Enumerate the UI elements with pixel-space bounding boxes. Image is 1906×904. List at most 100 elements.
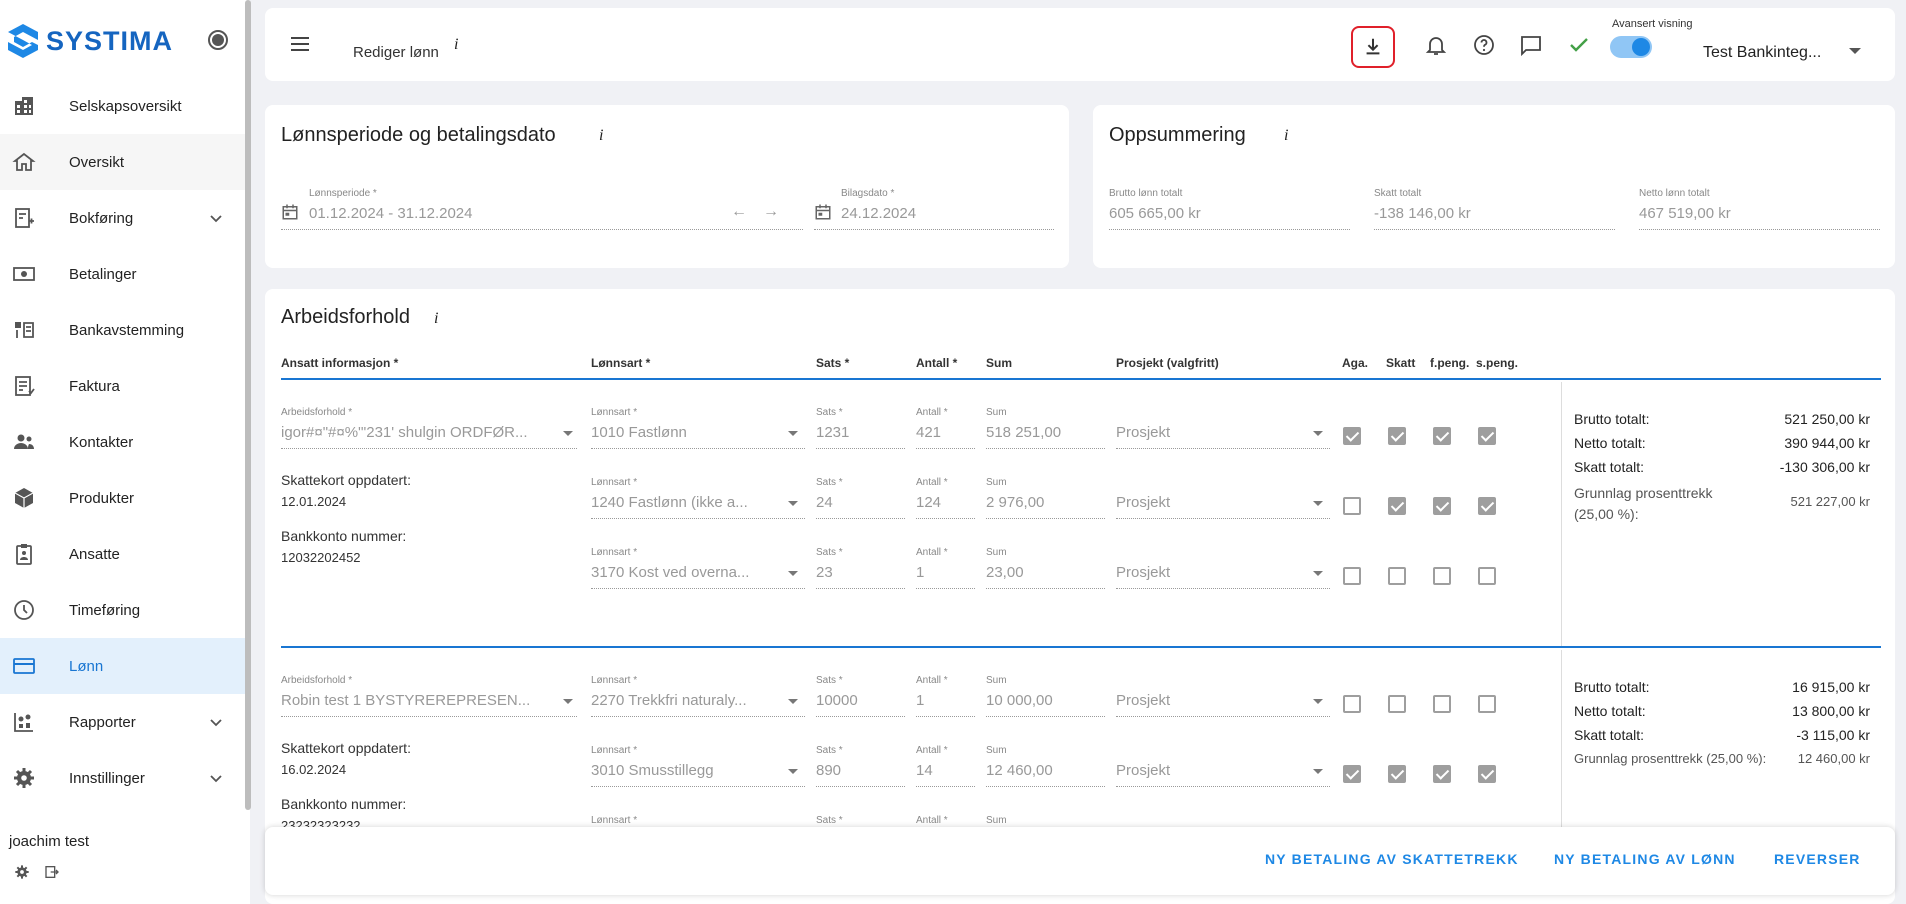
dropdown-caret[interactable] xyxy=(1313,699,1323,704)
fpeng-checkbox[interactable] xyxy=(1433,567,1451,585)
dropdown-caret[interactable] xyxy=(1313,501,1323,506)
project-select[interactable]: Prosjekt xyxy=(1116,564,1170,581)
theme-toggle-icon[interactable] xyxy=(208,30,228,50)
salary-type-select[interactable]: 3010 Smusstillegg xyxy=(591,762,714,779)
sidebar-item-innstillinger[interactable]: Innstillinger xyxy=(0,750,245,806)
sidebar-item-lonn[interactable]: Lønn xyxy=(0,638,245,694)
sidebar-item-ansatte[interactable]: Ansatte xyxy=(0,526,245,582)
aga-checkbox[interactable] xyxy=(1343,497,1361,515)
dropdown-caret[interactable] xyxy=(1313,769,1323,774)
settings-icon[interactable] xyxy=(14,864,30,880)
reverse-button[interactable]: REVERSER xyxy=(1774,851,1861,867)
rate-input[interactable]: 1231 xyxy=(816,424,849,441)
sidebar-item-label: Innstillinger xyxy=(69,769,145,787)
period-input[interactable]: 01.12.2024 - 31.12.2024 xyxy=(309,205,472,222)
chat-icon[interactable] xyxy=(1519,33,1543,57)
sidebar-item-faktura[interactable]: Faktura xyxy=(0,358,245,414)
project-select[interactable]: Prosjekt xyxy=(1116,494,1170,511)
salary-type-select[interactable]: 3170 Kost ved overna... xyxy=(591,564,749,581)
project-select[interactable]: Prosjekt xyxy=(1116,692,1170,709)
sidebar-scrollbar[interactable] xyxy=(245,0,251,810)
project-select[interactable]: Prosjekt xyxy=(1116,424,1170,441)
fpeng-checkbox[interactable] xyxy=(1433,765,1451,783)
new-salary-payment-button[interactable]: NY BETALING AV LØNN xyxy=(1554,851,1736,867)
project-select[interactable]: Prosjekt xyxy=(1116,762,1170,779)
tax-total-label: Skatt totalt: xyxy=(1574,459,1645,475)
employment-select[interactable]: igor#¤"#¤%'"231' shulgin ORDFØR... xyxy=(281,424,528,441)
company-dropdown-caret[interactable] xyxy=(1849,48,1861,54)
next-period-icon[interactable]: → xyxy=(763,203,779,221)
salary-type-select[interactable]: 1010 Fastlønn xyxy=(591,424,687,441)
speng-checkbox[interactable] xyxy=(1478,497,1496,515)
tax-checkbox[interactable] xyxy=(1388,695,1406,713)
help-icon[interactable] xyxy=(1472,33,1496,57)
info-icon[interactable]: i xyxy=(454,36,458,54)
speng-checkbox[interactable] xyxy=(1478,695,1496,713)
fpeng-checkbox[interactable] xyxy=(1433,497,1451,515)
tax-checkbox[interactable] xyxy=(1388,497,1406,515)
sidebar-item-rapporter[interactable]: Rapporter xyxy=(0,694,245,750)
logout-icon[interactable] xyxy=(44,864,60,880)
menu-icon[interactable] xyxy=(290,36,310,52)
advanced-view-toggle[interactable] xyxy=(1610,36,1652,58)
qty-input[interactable]: 14 xyxy=(916,762,933,779)
sidebar-item-betalinger[interactable]: Betalinger xyxy=(0,246,245,302)
aga-checkbox[interactable] xyxy=(1343,567,1361,585)
dropdown-caret[interactable] xyxy=(788,431,798,436)
dropdown-caret[interactable] xyxy=(788,769,798,774)
company-selector[interactable]: Test Bankinteg... xyxy=(1703,44,1821,62)
voucher-date-input[interactable]: 24.12.2024 xyxy=(841,205,916,222)
info-icon[interactable]: i xyxy=(1284,127,1288,145)
sidebar-item-kontakter[interactable]: Kontakter xyxy=(0,414,245,470)
speng-checkbox[interactable] xyxy=(1478,567,1496,585)
dropdown-caret[interactable] xyxy=(1313,571,1323,576)
dropdown-caret[interactable] xyxy=(788,571,798,576)
download-button[interactable] xyxy=(1351,26,1395,68)
aga-checkbox[interactable] xyxy=(1343,765,1361,783)
calendar-icon[interactable] xyxy=(814,203,832,221)
fpeng-checkbox[interactable] xyxy=(1433,427,1451,445)
dropdown-caret[interactable] xyxy=(563,699,573,704)
chevron-down-icon[interactable] xyxy=(208,210,224,226)
sidebar-item-produkter[interactable]: Produkter xyxy=(0,470,245,526)
checkmark-icon[interactable] xyxy=(1567,33,1591,57)
new-tax-payment-button[interactable]: NY BETALING AV SKATTETREKK xyxy=(1265,851,1519,867)
aga-checkbox[interactable] xyxy=(1343,427,1361,445)
sidebar-item-bokforing[interactable]: Bokføring xyxy=(0,190,245,246)
dropdown-caret[interactable] xyxy=(788,699,798,704)
info-icon[interactable]: i xyxy=(599,127,603,145)
qty-input[interactable]: 1 xyxy=(916,692,924,709)
bell-icon[interactable] xyxy=(1424,33,1448,57)
dropdown-caret[interactable] xyxy=(788,501,798,506)
speng-checkbox[interactable] xyxy=(1478,765,1496,783)
employment-select[interactable]: Robin test 1 BYSTYREREPRESEN... xyxy=(281,692,530,709)
rate-input[interactable]: 24 xyxy=(816,494,833,511)
tax-checkbox[interactable] xyxy=(1388,427,1406,445)
salary-type-select[interactable]: 1240 Fastlønn (ikke a... xyxy=(591,494,748,511)
rate-input[interactable]: 890 xyxy=(816,762,841,779)
aga-checkbox[interactable] xyxy=(1343,695,1361,713)
rate-underline xyxy=(816,518,905,519)
tax-checkbox[interactable] xyxy=(1388,567,1406,585)
logo[interactable]: SYSTIMA xyxy=(6,22,173,60)
salary-type-select[interactable]: 2270 Trekkfri naturaly... xyxy=(591,692,747,709)
sidebar-item-selskapsoversikt[interactable]: Selskapsoversikt xyxy=(0,78,245,134)
rate-input[interactable]: 10000 xyxy=(816,692,858,709)
prev-period-icon[interactable]: ← xyxy=(731,203,747,221)
speng-checkbox[interactable] xyxy=(1478,427,1496,445)
qty-input[interactable]: 1 xyxy=(916,564,924,581)
dropdown-caret[interactable] xyxy=(1313,431,1323,436)
sidebar-item-timeforing[interactable]: Timeføring xyxy=(0,582,245,638)
chevron-down-icon[interactable] xyxy=(208,770,224,786)
tax-checkbox[interactable] xyxy=(1388,765,1406,783)
calendar-icon[interactable] xyxy=(281,203,299,221)
info-icon[interactable]: i xyxy=(434,310,438,328)
sidebar-item-oversikt[interactable]: Oversikt xyxy=(0,134,245,190)
dropdown-caret[interactable] xyxy=(563,431,573,436)
fpeng-checkbox[interactable] xyxy=(1433,695,1451,713)
sidebar-item-bankavstemming[interactable]: Bankavstemming xyxy=(0,302,245,358)
qty-input[interactable]: 124 xyxy=(916,494,941,511)
qty-input[interactable]: 421 xyxy=(916,424,941,441)
rate-input[interactable]: 23 xyxy=(816,564,833,581)
chevron-down-icon[interactable] xyxy=(208,714,224,730)
